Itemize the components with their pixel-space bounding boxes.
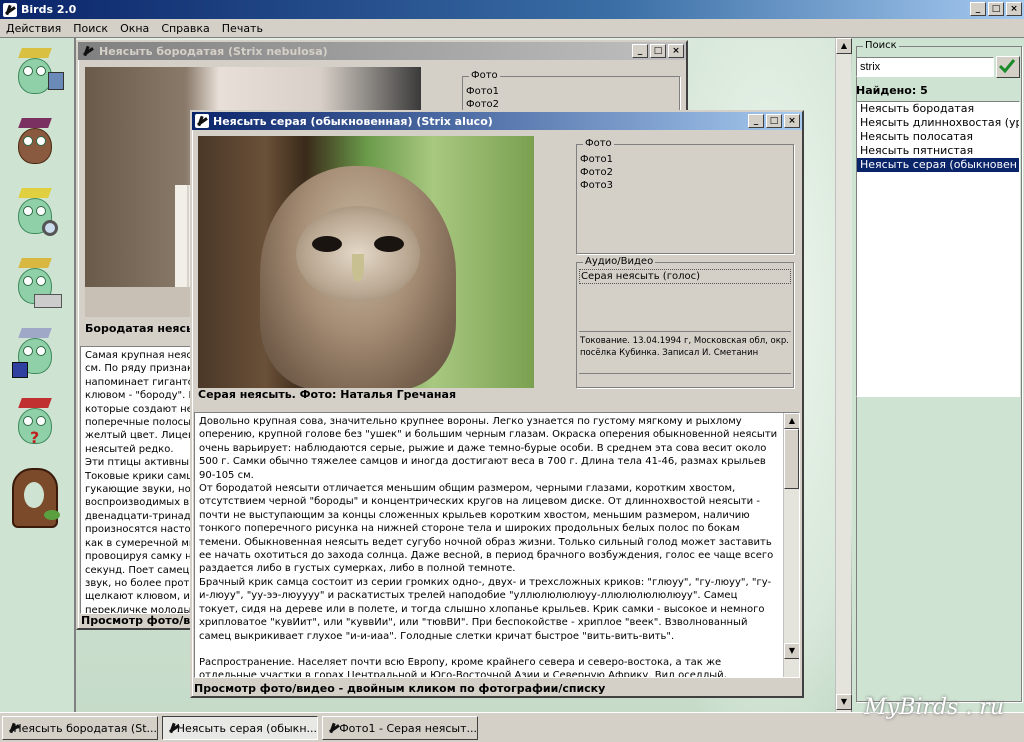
search-go-button[interactable] <box>996 56 1020 78</box>
owl-books-icon[interactable] <box>8 114 64 174</box>
audio-video-label: Аудио/Видео <box>583 256 656 267</box>
search-label: Поиск <box>863 40 899 51</box>
menu-help[interactable]: Справка <box>155 22 215 35</box>
menu-windows[interactable]: Окна <box>114 22 155 35</box>
close-button[interactable]: × <box>668 44 684 58</box>
window-bird-icon <box>195 114 209 128</box>
window-title: Неясыть серая (обыкновенная) (Strix aluc… <box>213 114 493 128</box>
app-bird-icon <box>3 2 17 17</box>
owl-computer-icon[interactable] <box>8 44 64 104</box>
close-button[interactable]: × <box>784 114 800 128</box>
menu-search[interactable]: Поиск <box>67 22 114 35</box>
scroll-up-button[interactable]: ▲ <box>784 413 799 429</box>
app-title: Birds 2.0 <box>21 3 77 16</box>
owl-printer-icon[interactable] <box>8 254 64 314</box>
photo-item[interactable]: Фото3 <box>580 179 790 192</box>
scroll-thumb[interactable] <box>784 429 799 489</box>
maximize-button[interactable]: □ <box>988 2 1004 16</box>
search-input[interactable] <box>856 57 994 77</box>
tawny-owl-photo[interactable] <box>198 136 534 388</box>
window-great-grey-owl-titlebar[interactable]: Неясыть бородатая (Strix nebulosa) _ □ × <box>78 42 686 60</box>
photos-label: Фото <box>469 70 500 81</box>
scroll-down-button[interactable]: ▼ <box>836 694 852 710</box>
site-watermark: MyBirds . ru <box>864 695 1004 720</box>
minimize-button[interactable]: _ <box>632 44 648 58</box>
list-item[interactable]: Неясыть длиннохвостая (ур <box>857 116 1019 130</box>
audio-item[interactable]: Серая неясыть (голос) <box>579 269 791 284</box>
menu-bar: Действия Поиск Окна Справка Печать <box>0 19 1024 38</box>
owl-magnifier-icon[interactable] <box>8 184 64 244</box>
footer-hint: Просмотр фото/видео - двойным кликом по … <box>194 682 606 695</box>
photo-item[interactable]: Фото2 <box>580 166 790 179</box>
close-button[interactable]: × <box>1006 2 1022 16</box>
photos-group: Фото Фото1 Фото2 Фото3 <box>576 138 794 254</box>
bird-icon <box>7 721 9 735</box>
photos-label: Фото <box>583 138 614 149</box>
description-scrollbar[interactable]: ▲ ▼ <box>783 413 799 677</box>
list-item[interactable]: Неясыть пятнистая <box>857 144 1019 158</box>
window-bird-icon <box>81 44 95 58</box>
menu-print[interactable]: Печать <box>216 22 269 35</box>
window-tawny-owl: Неясыть серая (обыкновенная) (Strix aluc… <box>190 110 804 698</box>
checkmark-icon <box>998 59 1016 74</box>
photo-item[interactable]: Фото1 <box>580 153 790 166</box>
description-text: Довольно крупная сова, значительно крупн… <box>194 412 800 678</box>
bird-icon <box>327 721 335 735</box>
task-great-grey-owl[interactable]: Неясыть бородатая (St... <box>2 716 158 740</box>
window-title: Неясыть бородатая (Strix nebulosa) <box>99 44 328 58</box>
scroll-up-button[interactable]: ▲ <box>836 38 852 54</box>
maximize-button[interactable]: □ <box>650 44 666 58</box>
left-toolbar: ? <box>0 38 76 712</box>
audio-note: Токование. 13.04.1994 г, Московская обл,… <box>580 336 789 358</box>
app-titlebar: Birds 2.0 _ □ × <box>0 0 1024 19</box>
search-results-list[interactable]: Неясыть бородатая Неясыть длиннохвостая … <box>856 101 1020 397</box>
mdi-scrollbar[interactable]: ▲ ▼ <box>835 38 852 712</box>
minimize-button[interactable]: _ <box>970 2 986 16</box>
found-count: Найдено: 5 <box>856 84 928 97</box>
window-tawny-owl-titlebar[interactable]: Неясыть серая (обыкновенная) (Strix aluc… <box>192 112 802 130</box>
search-panel: Поиск Найдено: 5 Неясыть бородатая Неясы… <box>852 38 1024 712</box>
photo-caption: Серая неясыть. Фото: Наталья Гречаная <box>198 388 457 401</box>
owl-question-icon[interactable]: ? <box>8 394 64 454</box>
menu-actions[interactable]: Действия <box>0 22 67 35</box>
minimize-button[interactable]: _ <box>748 114 764 128</box>
owl-diskette-icon[interactable] <box>8 324 64 384</box>
list-item[interactable]: Неясыть полосатая <box>857 130 1019 144</box>
footer-hint: Просмотр фото/ви <box>81 614 198 627</box>
photo-item[interactable]: Фото1 <box>466 85 676 98</box>
audio-video-group: Аудио/Видео Серая неясыть (голос) Токова… <box>576 256 794 388</box>
list-item-selected[interactable]: Неясыть серая (обыкновен <box>857 158 1019 172</box>
owl-tree-icon[interactable] <box>8 464 64 534</box>
bird-icon <box>167 721 173 735</box>
scroll-down-button[interactable]: ▼ <box>784 643 799 659</box>
maximize-button[interactable]: □ <box>766 114 782 128</box>
task-tawny-owl[interactable]: Неясыть серая (обыкн... <box>162 716 318 740</box>
list-item[interactable]: Неясыть бородатая <box>857 102 1019 116</box>
task-photo1[interactable]: Фото1 - Серая неясыт... <box>322 716 478 740</box>
